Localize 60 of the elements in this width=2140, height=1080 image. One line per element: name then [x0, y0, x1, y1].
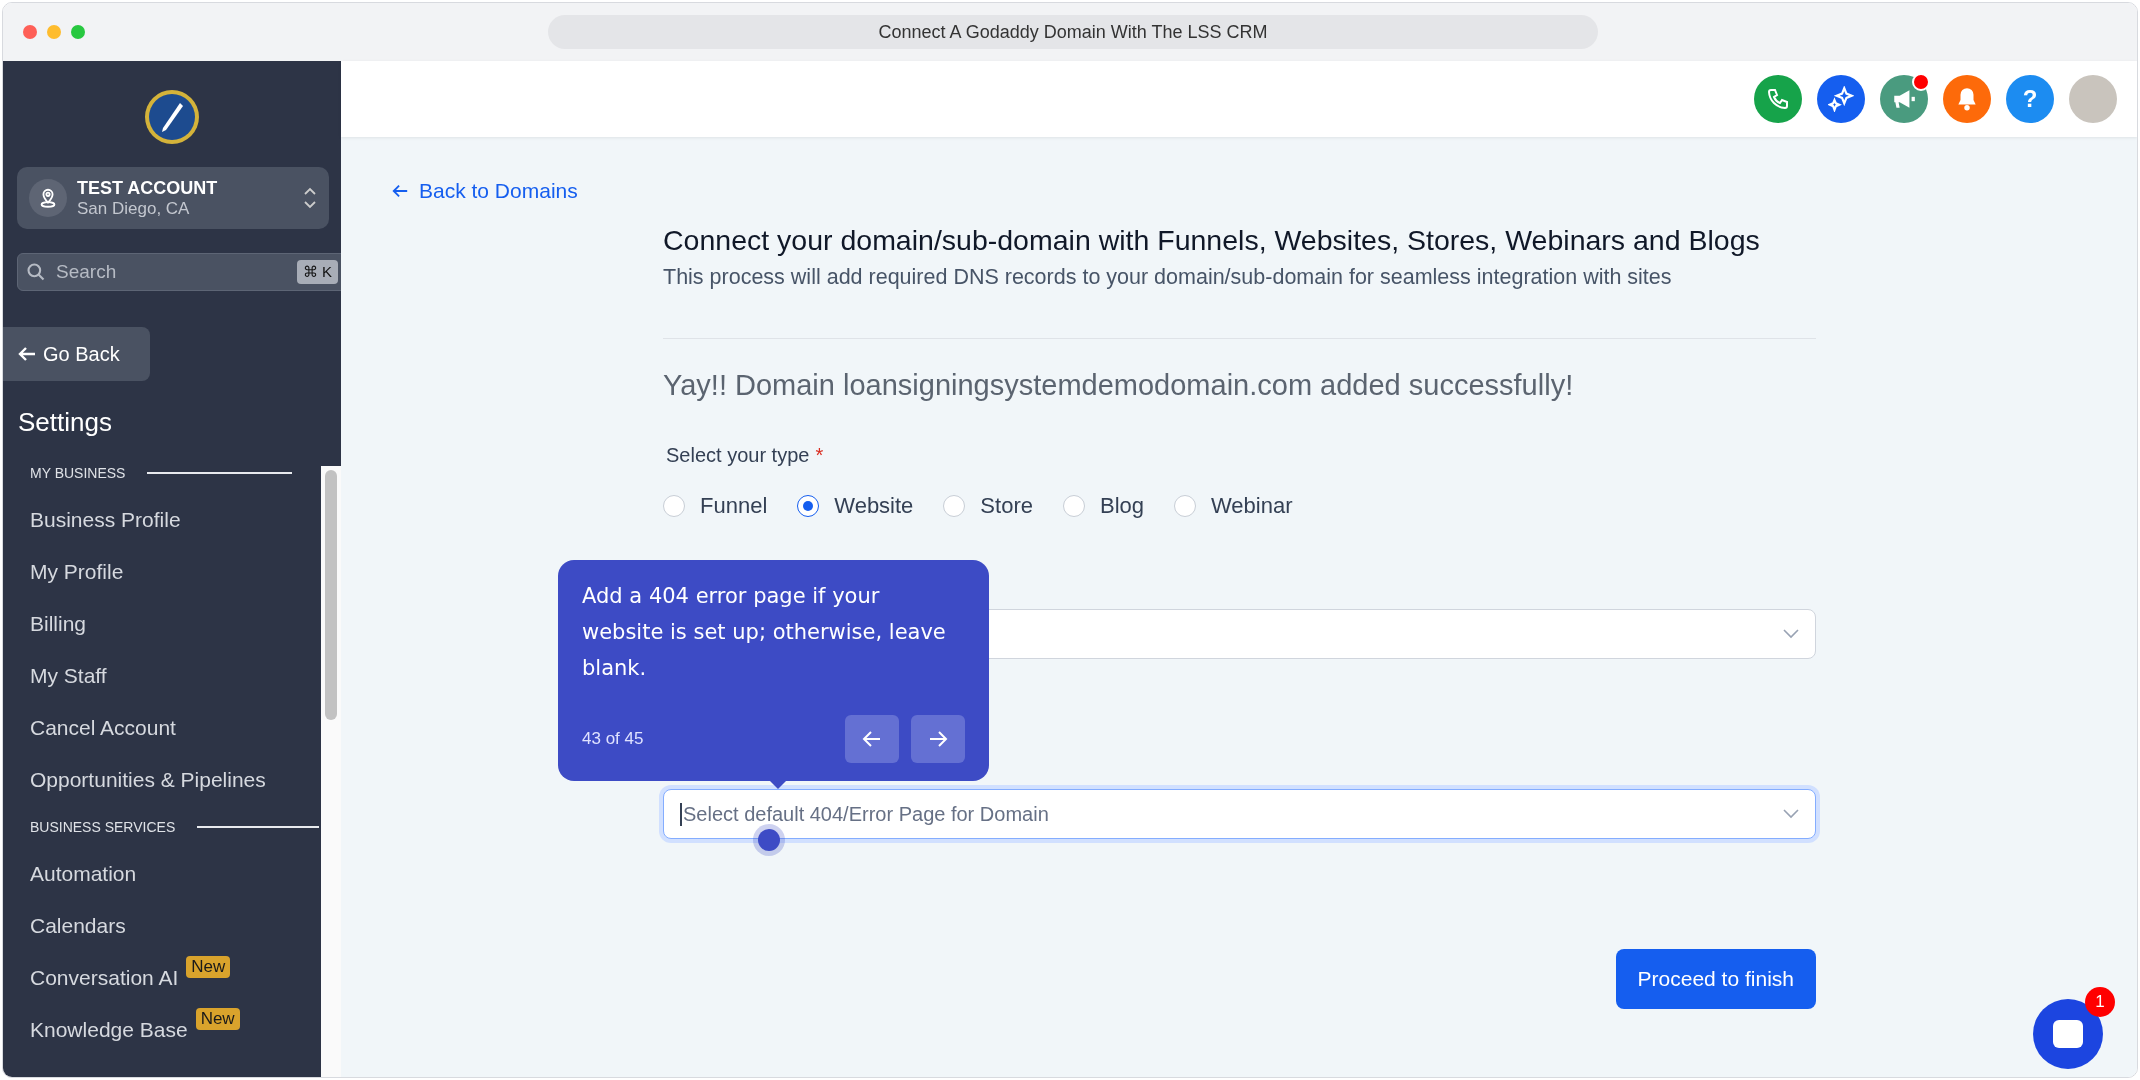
next-button[interactable] [911, 715, 965, 763]
sparkle-button[interactable] [1817, 75, 1865, 123]
search-icon [26, 262, 46, 282]
account-name: TEST ACCOUNT [77, 177, 219, 199]
hotspot-marker [758, 829, 780, 851]
step-counter: 43 of 45 [582, 729, 644, 749]
sidebar-item[interactable]: Knowledge Base [30, 1018, 188, 1042]
page-subtitle: This process will add required DNS records to your domain/sub-domain for seamless integration with sites [663, 265, 1673, 290]
sidebar-item[interactable]: Opportunities & Pipelines [30, 768, 266, 792]
arrow-right-icon [928, 730, 948, 748]
bell-button[interactable] [1943, 75, 1991, 123]
back-to-domains-link[interactable]: Back to Domains [391, 179, 578, 203]
sidebar-item[interactable]: My Staff [30, 664, 107, 688]
search-input[interactable]: Search [54, 260, 289, 284]
phone-button[interactable] [1754, 75, 1802, 123]
chevron-down-icon [1783, 809, 1799, 819]
tooltip-text: Add a 404 error page if your website is set up; otherwise, leave blank. [582, 583, 947, 682]
window-title: Connect A Godaddy Domain With The LSS CRM [548, 15, 1598, 49]
sidebar-item[interactable]: Conversation AI [30, 966, 179, 990]
zoom-window-button[interactable] [71, 25, 85, 39]
chat-badge: 1 [2085, 987, 2115, 1017]
proceed-button[interactable]: Proceed to finish [1615, 949, 1816, 1009]
previous-button[interactable] [845, 715, 899, 763]
new-badge: New [195, 1008, 240, 1030]
sidebar-item[interactable]: My Profile [30, 560, 124, 584]
go-back-button[interactable]: Go Back [3, 327, 150, 381]
shortcut-hint: ⌘ K [296, 260, 338, 284]
scrollbar[interactable] [321, 466, 341, 1077]
chevron-updown-icon [303, 186, 317, 210]
section-title: BUSINESS SERVICES [30, 819, 176, 835]
account-switcher[interactable]: TEST ACCOUNT San Diego, CA [17, 167, 329, 229]
new-badge: New [186, 956, 231, 978]
type-radio[interactable]: Webinar [1174, 493, 1293, 519]
type-radio[interactable]: Website [797, 493, 914, 519]
close-window-button[interactable] [23, 25, 37, 39]
phone-icon [1766, 87, 1790, 111]
sidebar-item[interactable]: Billing [30, 612, 87, 636]
settings-heading: Settings [18, 407, 113, 438]
arrow-left-icon [862, 730, 882, 748]
sidebar-item[interactable]: Cancel Account [30, 716, 176, 740]
required-mark: * [815, 444, 824, 466]
chat-bubble-icon [2053, 1020, 2083, 1048]
pen-seal-logo [144, 89, 200, 145]
sidebar-item[interactable]: Automation [30, 862, 137, 886]
sparkle-icon [1828, 86, 1854, 112]
sidebar-item[interactable]: Calendars [30, 914, 126, 938]
type-radio[interactable]: Store [943, 493, 1033, 519]
success-message: Yay!! Domain loansigningsystemdemodomain.com added successfully! [663, 369, 1575, 402]
account-location: San Diego, CA [77, 198, 191, 219]
megaphone-button[interactable] [1880, 75, 1928, 123]
search-field[interactable]: Search ⌘ K [17, 253, 341, 291]
section-title: MY BUSINESS [30, 465, 126, 481]
avatar[interactable] [2069, 75, 2117, 123]
page-title: Connect your domain/sub-domain with Funnels, Websites, Stores, Webinars and Blogs [663, 224, 1761, 257]
chevron-down-icon [1783, 629, 1799, 639]
sidebar-item[interactable]: Business Profile [30, 508, 181, 532]
type-radio[interactable]: Funnel [663, 493, 768, 519]
arrow-left-icon [391, 182, 409, 200]
type-label: Select your type [666, 444, 810, 466]
type-radio[interactable]: Blog [1062, 493, 1144, 519]
